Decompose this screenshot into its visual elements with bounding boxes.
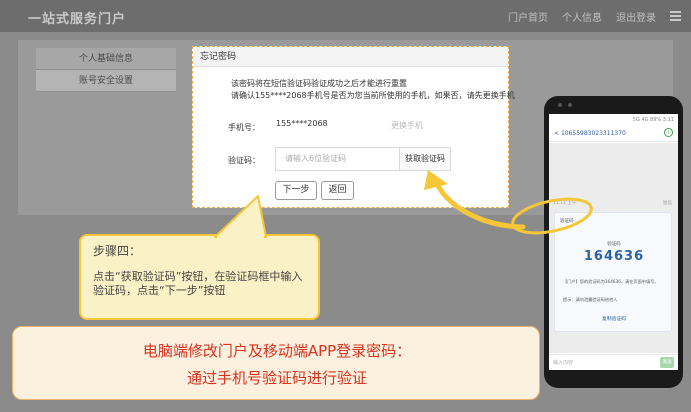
- send-button[interactable]: 发送: [660, 357, 674, 368]
- verification-code-input[interactable]: 请输入6位验证码: [275, 147, 400, 171]
- dialog-notice: 该密码将在短信验证码验证成功之后才能进行重置: [231, 79, 407, 88]
- nav-home[interactable]: 门户首页: [508, 9, 548, 24]
- banner-line-1: 电脑端修改门户及移动端APP登录密码：: [142, 342, 412, 360]
- sms-sender-number: 10655983023311370: [560, 130, 626, 137]
- sms-sender: < 10655983023311370: [549, 126, 678, 142]
- phone-camera: [558, 103, 562, 107]
- sms-heading: 验证码: [560, 219, 574, 224]
- callout-text: 点击“获取验证码”按钮，在验证码框中输入验证码，点击“下一步”按钮: [93, 270, 303, 297]
- caption-banner: 电脑端修改门户及移动端APP登录密码： 通过手机号验证码进行验证: [12, 326, 540, 400]
- sms-input-bar: 输入内容 发送: [549, 354, 678, 370]
- copy-code-button[interactable]: 复制验证码: [555, 315, 673, 322]
- sidebar-item-basic-info[interactable]: 个人基础信息: [36, 48, 176, 70]
- next-button[interactable]: 下一步: [275, 181, 317, 200]
- dialog-title: 忘记密码: [193, 47, 508, 67]
- back-button[interactable]: 返回: [321, 181, 354, 200]
- callout-title: 步骤四：: [93, 244, 142, 258]
- back-chevron-icon[interactable]: <: [554, 130, 561, 137]
- sms-tip: 提示：请勿泄露验证码给他人: [563, 297, 618, 302]
- info-icon[interactable]: i: [664, 128, 673, 137]
- forgot-password-dialog: 忘记密码 该密码将在短信验证码验证成功之后才能进行重置 请确认155****20…: [192, 46, 515, 208]
- sms-message-card: 验证码 验证码 164636 【门户】您的验证码为164636，请在页面中填写。…: [554, 212, 672, 332]
- nav-logout[interactable]: 退出登录: [616, 9, 656, 24]
- phone-status-bar: 5G 4G 89% 3:11: [632, 117, 674, 123]
- dialog-confirm-text: 请确认155****2068手机号是否为您当前所使用的手机，如果否，请先更换手机: [231, 91, 515, 100]
- sms-input[interactable]: 输入内容: [553, 358, 635, 368]
- message-type: 短信: [663, 201, 672, 206]
- sms-code: 164636: [583, 249, 645, 264]
- sms-code-label: 验证码: [607, 242, 621, 247]
- top-nav: 门户首页 个人信息 退出登录: [508, 9, 681, 24]
- code-label: 验证码：: [228, 156, 260, 165]
- phone-label: 手机号：: [228, 123, 260, 132]
- sms-body: 【门户】您的验证码为164636，请在页面中填写。: [563, 279, 659, 284]
- phone-sensor: [568, 103, 572, 107]
- phone-screen: 5G 4G 89% 3:11 < 10655983023311370 i 11:…: [549, 114, 678, 370]
- message-time: 11:11 上午: [553, 201, 577, 206]
- menu-icon[interactable]: [670, 10, 681, 21]
- phone-value: 155****2068: [276, 119, 328, 128]
- portal-logo[interactable]: 一站式服务门户: [28, 8, 126, 27]
- banner-line-2: 通过手机号验证码进行验证: [186, 369, 367, 387]
- step-callout: 步骤四： 点击“获取验证码”按钮，在验证码框中输入验证码，点击“下一步”按钮: [79, 234, 320, 320]
- top-bar: 一站式服务门户 门户首页 个人信息 退出登录: [0, 0, 691, 32]
- sidebar: 个人基础信息 账号安全设置: [36, 48, 176, 92]
- change-phone-link[interactable]: 更换手机: [391, 120, 423, 131]
- sidebar-item-security[interactable]: 账号安全设置: [36, 70, 176, 92]
- nav-profile[interactable]: 个人信息: [562, 9, 602, 24]
- get-code-button[interactable]: 获取验证码: [399, 147, 451, 171]
- phone-mockup: 5G 4G 89% 3:11 < 10655983023311370 i 11:…: [544, 96, 683, 388]
